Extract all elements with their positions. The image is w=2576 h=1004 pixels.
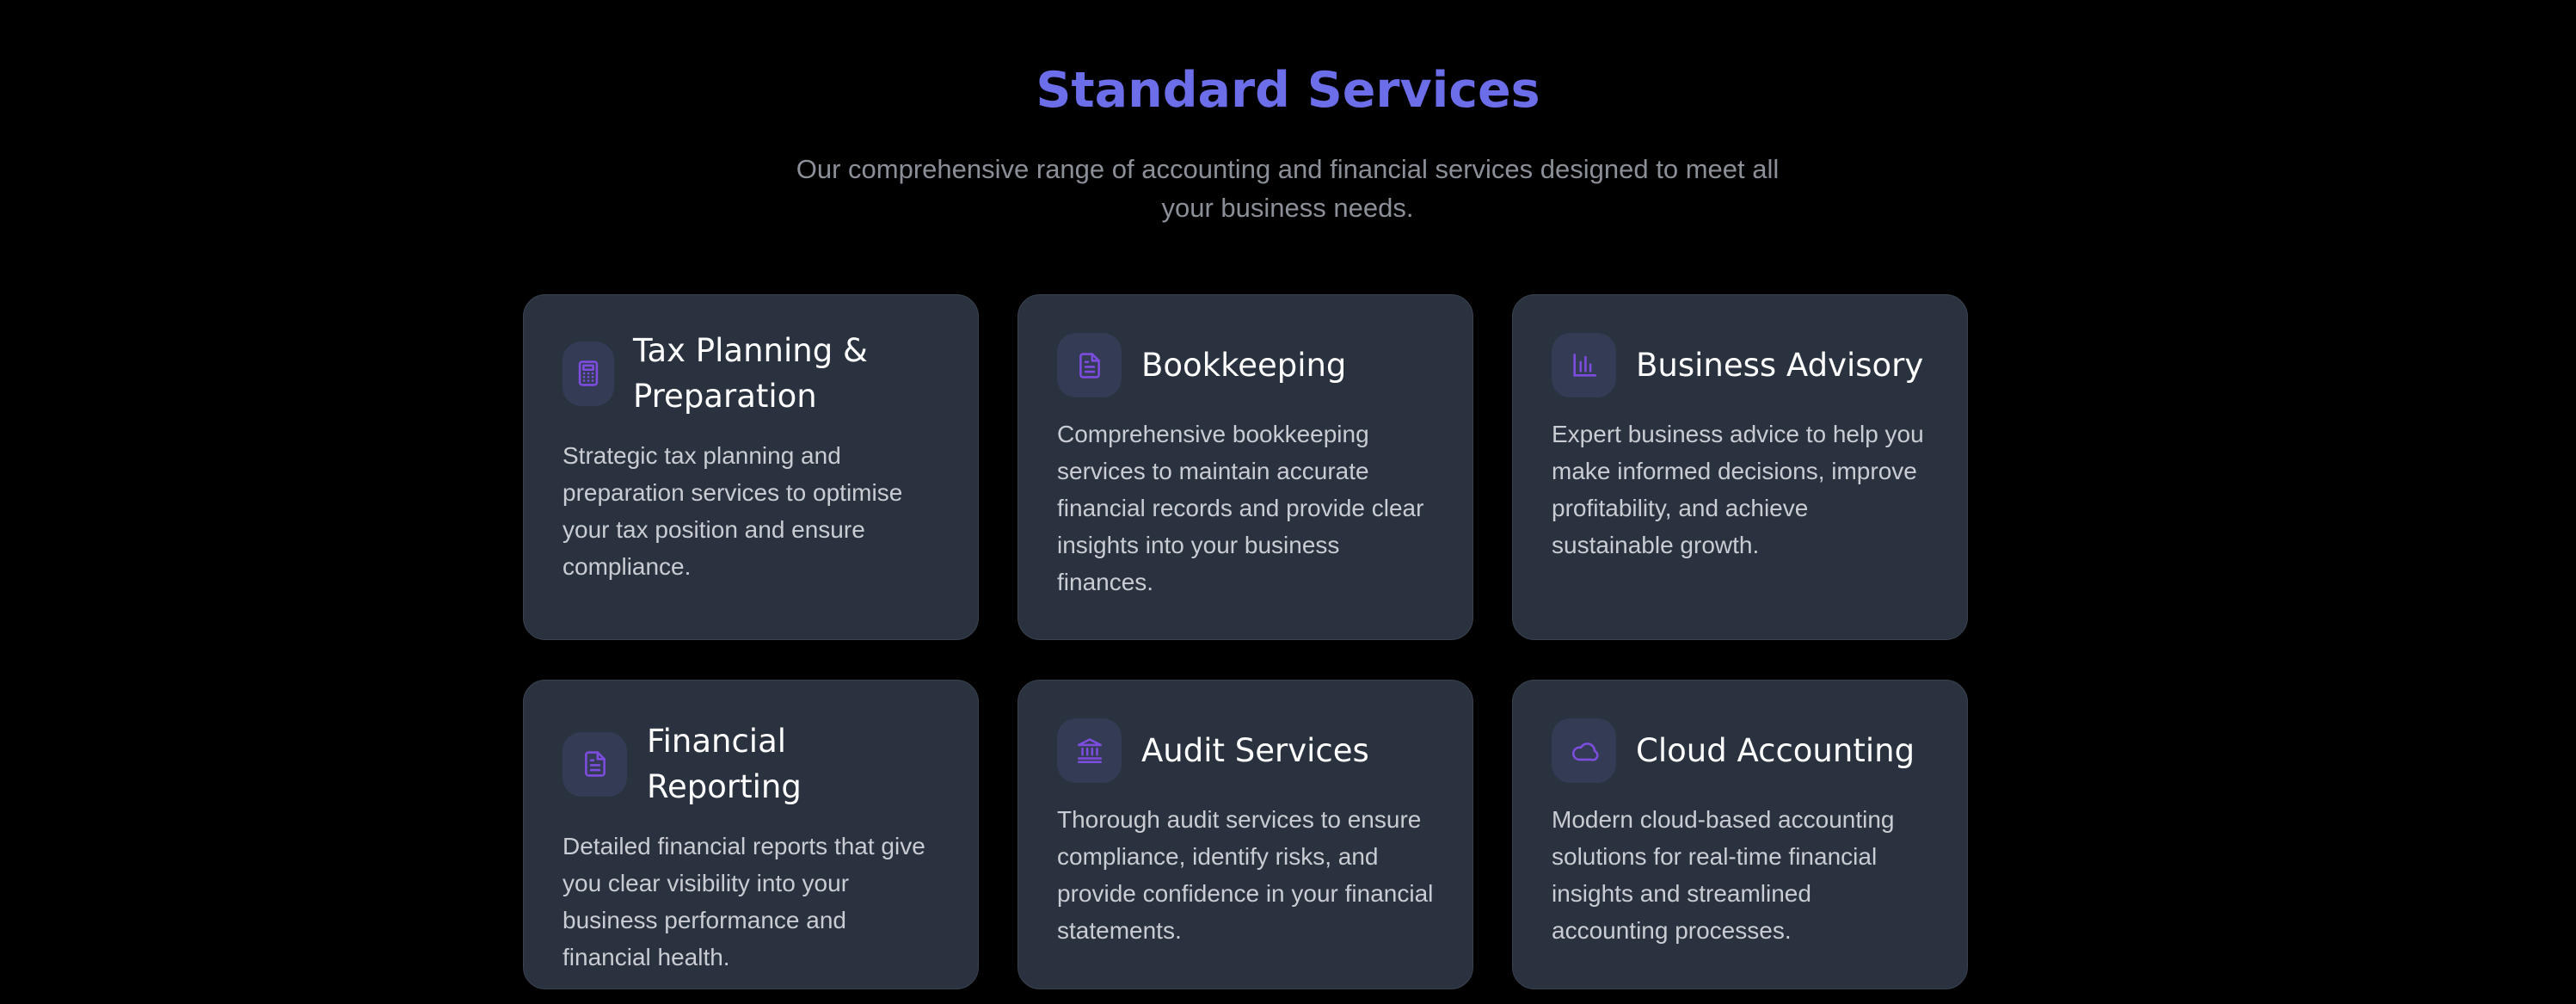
bank-icon [1057, 718, 1122, 783]
document-icon [1057, 333, 1122, 397]
card-description: Thorough audit services to ensure compli… [1057, 806, 1434, 944]
service-card-tax-planning[interactable]: Tax Planning & Preparation Strategic tax… [523, 294, 979, 640]
card-title: Bookkeeping [1141, 347, 1347, 384]
card-header: Bookkeeping [1057, 333, 1435, 397]
card-header: Business Advisory [1552, 333, 1929, 397]
card-header: Audit Services [1057, 718, 1435, 783]
card-title: Tax Planning & Preparation [633, 332, 868, 415]
service-card-financial-reporting[interactable]: Financial Reporting Detailed financial r… [523, 680, 979, 989]
card-description: Strategic tax planning and preparation s… [563, 442, 903, 580]
bar-chart-icon [1552, 333, 1616, 397]
card-description: Comprehensive bookkeeping services to ma… [1057, 421, 1424, 595]
card-description: Modern cloud-based accounting solutions … [1552, 806, 1895, 944]
cloud-icon [1552, 718, 1616, 783]
card-title: Business Advisory [1636, 347, 1924, 384]
card-title: Financial Reporting [647, 723, 802, 805]
service-card-bookkeeping[interactable]: Bookkeeping Comprehensive bookkeeping se… [1017, 294, 1473, 640]
card-description: Detailed financial reports that give you… [563, 833, 925, 970]
card-header: Financial Reporting [563, 718, 940, 810]
report-icon [563, 731, 627, 797]
service-card-business-advisory[interactable]: Business Advisory Expert business advice… [1512, 294, 1968, 640]
section-subtitle: Our comprehensive range of accounting an… [796, 154, 1780, 223]
card-header: Tax Planning & Preparation [563, 328, 940, 419]
card-description: Expert business advice to help you make … [1552, 421, 1924, 558]
card-title: Audit Services [1141, 732, 1369, 769]
standard-services-section: Standard Services Our comprehensive rang… [0, 0, 2576, 1004]
calculator-icon [563, 341, 614, 406]
card-title: Cloud Accounting [1636, 732, 1915, 769]
service-card-cloud-accounting[interactable]: Cloud Accounting Modern cloud-based acco… [1512, 680, 1968, 989]
services-grid: Tax Planning & Preparation Strategic tax… [523, 294, 1968, 989]
section-title: Standard Services [1036, 62, 1540, 119]
service-card-audit-services[interactable]: Audit Services Thorough audit services t… [1017, 680, 1473, 989]
card-header: Cloud Accounting [1552, 718, 1929, 783]
